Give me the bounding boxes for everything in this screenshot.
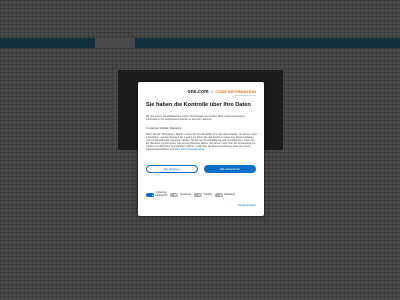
partner-logo-text: CODE INFORMATION — [215, 89, 256, 94]
toggle-marketing[interactable]: Marketing — [214, 192, 235, 197]
cookie-consent-dialog: one.com & CODE INFORMATION code informat… — [138, 82, 264, 216]
brand-logo-text: one.com — [187, 89, 209, 95]
toggle-marketing-label: Marketing — [224, 193, 235, 197]
logo-ampersand: & — [210, 89, 214, 94]
toggle-necessary[interactable]: Unbedingt erforderlich — [146, 191, 168, 198]
switch-statistics[interactable] — [194, 192, 202, 197]
toggle-functional[interactable]: Funktional — [170, 192, 191, 197]
toggle-functional-label: Funktional — [179, 193, 191, 197]
purposes-list: Funktional, Statistik, Marketing — [146, 127, 182, 130]
reject-all-button[interactable]: Alle ablehnen — [146, 165, 198, 173]
switch-functional[interactable] — [170, 192, 179, 197]
site-header-logo-area — [95, 38, 135, 48]
site-header-bar — [0, 38, 400, 48]
toggle-statistics[interactable]: Statistik — [194, 192, 212, 197]
switch-necessary[interactable] — [146, 192, 154, 197]
toggle-statistics-label: Statistik — [203, 193, 212, 197]
dialog-title: Sie haben die Kontrolle über Ihre Daten — [146, 102, 251, 108]
show-details-link[interactable]: Details anzeigen — [238, 204, 256, 207]
intro-text: Wir und unsere Geschäftspartner nutzen T… — [146, 115, 245, 121]
consent-body-text: Wenn Sie auf "Akzeptieren" klicken, erte… — [146, 133, 258, 163]
accept-all-button[interactable]: Alle akzeptieren — [204, 165, 256, 173]
toggle-necessary-label-2: erforderlich — [155, 193, 168, 197]
partner-tagline: code information consent — [233, 95, 256, 97]
cookie-policy-link[interactable]: Mehr über Cookie-Richtlinie — [175, 148, 205, 151]
consent-toggles: Unbedingt erforderlich Funktional Statis… — [146, 191, 258, 198]
switch-marketing[interactable] — [214, 192, 223, 197]
